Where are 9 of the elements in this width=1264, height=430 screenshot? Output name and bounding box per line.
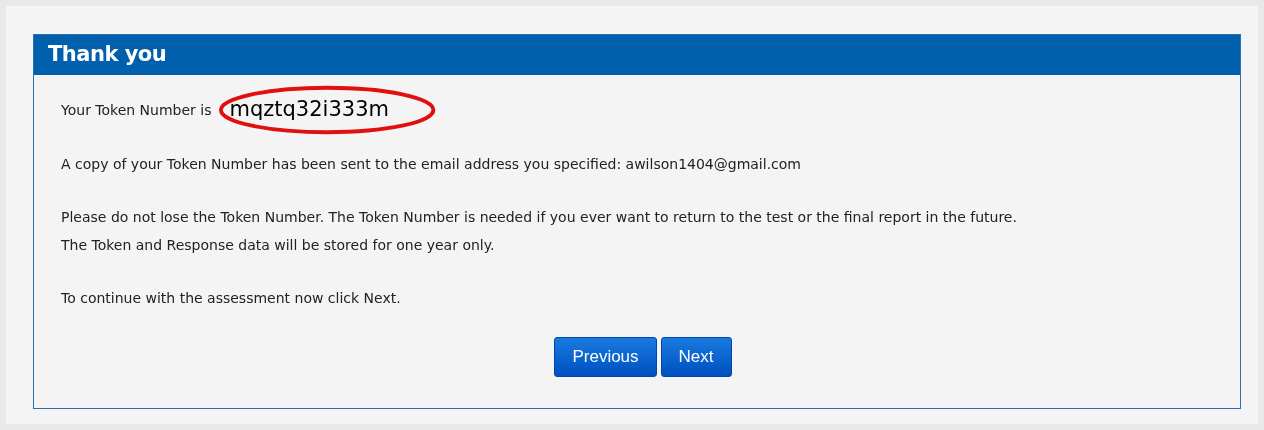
message-text: To continue with the assessment now click Next. xyxy=(61,289,402,308)
next-button[interactable]: Next xyxy=(660,337,732,377)
previous-button[interactable]: Previous xyxy=(554,337,657,377)
panel-title: Thank you xyxy=(34,35,1240,75)
message-text: A copy of your Token Number has been sent to the email address you specified: awilson1404@gmail.com xyxy=(61,155,802,174)
token-label: Your Token Number is xyxy=(61,100,212,120)
message-text: Please do not lose the Token Number. The Token Number is needed if you ever want to return to the test or the final report in the future. xyxy=(61,208,1018,227)
message-text: The Token and Response data will be stored for one year only. xyxy=(61,236,496,255)
token-number: mqztq32i333m xyxy=(228,97,390,122)
